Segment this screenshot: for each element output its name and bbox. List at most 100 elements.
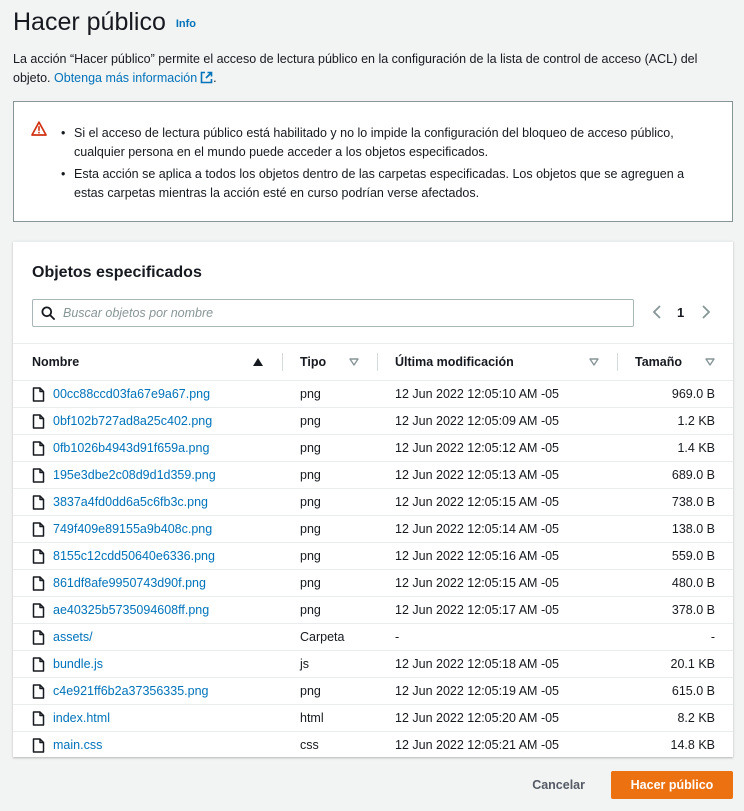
cell-type: js — [282, 650, 377, 678]
column-header-type[interactable]: Tipo — [282, 343, 377, 381]
column-header-modified[interactable]: Última modificación — [377, 343, 617, 381]
cell-type: png — [282, 407, 377, 435]
table-row: 3837a4fd0dd6a5c6fb3c.png png 12 Jun 2022 1… — [13, 488, 733, 516]
cell-modified: 12 Jun 2022 12:05:20 AM -05 — [377, 704, 617, 732]
object-name-link[interactable]: 8155c12cdd50640e6336.png — [53, 549, 215, 563]
cell-type: png — [282, 488, 377, 516]
object-name-link[interactable]: 861df8afe9950743d90f.png — [53, 576, 206, 590]
table-row: ae40325b5735094608ff.png png 12 Jun 2022 1… — [13, 596, 733, 624]
cell-type: png — [282, 596, 377, 624]
sort-caret-down-icon[interactable] — [349, 358, 359, 366]
cell-type: png — [282, 542, 377, 570]
cell-modified: 12 Jun 2022 12:05:15 AM -05 — [377, 488, 617, 516]
cell-size: 559.0 B — [617, 542, 733, 570]
table-row: c4e921ff6b2a37356335.png png 12 Jun 2022 1… — [13, 677, 733, 705]
column-divider — [377, 353, 378, 371]
cell-modified: - — [377, 623, 617, 651]
cell-name: 0fb1026b4943d91f659a.png — [13, 434, 282, 462]
cell-modified: 12 Jun 2022 12:05:17 AM -05 — [377, 596, 617, 624]
table-row: 0fb1026b4943d91f659a.png png 12 Jun 2022 1… — [13, 434, 733, 462]
alert-bullet-list: Si el acceso de lectura público está hab… — [61, 124, 714, 206]
column-label-type: Tipo — [300, 355, 327, 369]
sort-caret-down-icon[interactable] — [705, 358, 715, 366]
cell-modified: 12 Jun 2022 12:05:15 AM -05 — [377, 569, 617, 597]
page-title: Hacer público — [13, 8, 166, 36]
cell-size: 480.0 B — [617, 569, 733, 597]
cell-size: 1.2 KB — [617, 407, 733, 435]
file-icon — [32, 738, 45, 753]
sort-caret-down-icon[interactable] — [589, 358, 599, 366]
table-row: bundle.js js 12 Jun 2022 12:05:18 AM -05 20… — [13, 650, 733, 678]
cell-type: png — [282, 434, 377, 462]
info-link[interactable]: Info — [176, 18, 196, 30]
object-name-link[interactable]: 0bf102b727ad8a25c402.png — [53, 414, 212, 428]
column-header-size[interactable]: Tamaño — [617, 343, 733, 381]
cell-modified: 12 Jun 2022 12:05:10 AM -05 — [377, 380, 617, 408]
cell-type: png — [282, 515, 377, 543]
cell-size: 1.4 KB — [617, 434, 733, 462]
object-name-link[interactable]: assets/ — [53, 630, 93, 644]
search-input[interactable] — [63, 306, 603, 320]
cell-modified: 12 Jun 2022 12:05:21 AM -05 — [395, 738, 560, 753]
cell-name: 0bf102b727ad8a25c402.png — [13, 407, 282, 435]
object-name-link[interactable]: main.css — [53, 738, 102, 752]
object-name-link[interactable]: 749f409e89155a9b408c.png — [53, 522, 212, 536]
cell-size: - — [617, 623, 733, 651]
file-icon — [32, 413, 45, 429]
cell-type: png — [282, 380, 377, 408]
chevron-left-icon[interactable] — [649, 304, 665, 320]
learn-more-label: Obtenga más información — [54, 71, 198, 85]
file-icon — [32, 494, 45, 510]
file-icon — [32, 656, 45, 672]
table-row: 0bf102b727ad8a25c402.png png 12 Jun 2022 1… — [13, 407, 733, 435]
cell-modified: 12 Jun 2022 12:05:18 AM -05 — [377, 650, 617, 678]
object-name-link[interactable]: 195e3dbe2c08d9d1d359.png — [53, 468, 216, 482]
current-page-number[interactable]: 1 — [677, 305, 684, 320]
cell-type: css — [300, 738, 319, 753]
description-period: . — [213, 71, 217, 85]
cell-modified: 12 Jun 2022 12:05:13 AM -05 — [377, 461, 617, 489]
folder-icon — [32, 629, 45, 645]
file-icon — [32, 575, 45, 591]
table-row: 195e3dbe2c08d9d1d359.png png 12 Jun 2022 1… — [13, 461, 733, 489]
object-name-link[interactable]: index.html — [53, 711, 110, 725]
make-public-button[interactable]: Hacer público — [611, 771, 733, 799]
table-row: index.html html 12 Jun 2022 12:05:20 AM -0… — [13, 704, 733, 732]
column-header-name[interactable]: Nombre — [13, 343, 282, 381]
cell-name: ae40325b5735094608ff.png — [13, 596, 282, 624]
cell-name: c4e921ff6b2a37356335.png — [13, 677, 282, 705]
object-name-link[interactable]: 0fb1026b4943d91f659a.png — [53, 441, 209, 455]
object-name-link[interactable]: c4e921ff6b2a37356335.png — [53, 684, 208, 698]
cell-modified: 12 Jun 2022 12:05:16 AM -05 — [377, 542, 617, 570]
file-icon — [32, 683, 45, 699]
cell-size: 138.0 B — [617, 515, 733, 543]
object-name-link[interactable]: 00cc88ccd03fa67e9a67.png — [53, 387, 210, 401]
search-icon — [41, 306, 55, 320]
column-label-name: Nombre — [32, 355, 80, 369]
cancel-button[interactable]: Cancelar — [532, 778, 585, 792]
file-icon — [32, 710, 45, 726]
sort-ascending-icon[interactable] — [253, 358, 263, 366]
cell-type: Carpeta — [282, 623, 377, 651]
object-name-link[interactable]: bundle.js — [53, 657, 103, 671]
pagination: 1 — [649, 304, 714, 320]
search-box[interactable] — [32, 299, 634, 327]
column-label-modified: Última modificación — [395, 355, 514, 369]
cell-name: 861df8afe9950743d90f.png — [13, 569, 282, 597]
cell-size: 615.0 B — [617, 677, 733, 705]
table-row: 00cc88ccd03fa67e9a67.png png 12 Jun 2022 1… — [13, 380, 733, 408]
object-name-link[interactable]: 3837a4fd0dd6a5c6fb3c.png — [53, 495, 208, 509]
warning-triangle-icon — [31, 121, 47, 141]
file-icon — [32, 521, 45, 537]
cell-name: assets/ — [13, 623, 282, 651]
learn-more-link[interactable]: Obtenga más información — [54, 71, 213, 85]
specified-objects-panel: Objetos especificados 1 Nombre — [13, 241, 733, 757]
chevron-right-icon[interactable] — [698, 304, 714, 320]
cell-name: 195e3dbe2c08d9d1d359.png — [13, 461, 282, 489]
cell-modified: 12 Jun 2022 12:05:12 AM -05 — [377, 434, 617, 462]
table-header-row: Nombre Tipo Última modificación Tamaño — [13, 343, 733, 381]
cell-name: 8155c12cdd50640e6336.png — [13, 542, 282, 570]
object-name-link[interactable]: ae40325b5735094608ff.png — [53, 603, 209, 617]
file-icon — [32, 602, 45, 618]
objects-table: Nombre Tipo Última modificación Tamaño 0… — [13, 343, 733, 759]
